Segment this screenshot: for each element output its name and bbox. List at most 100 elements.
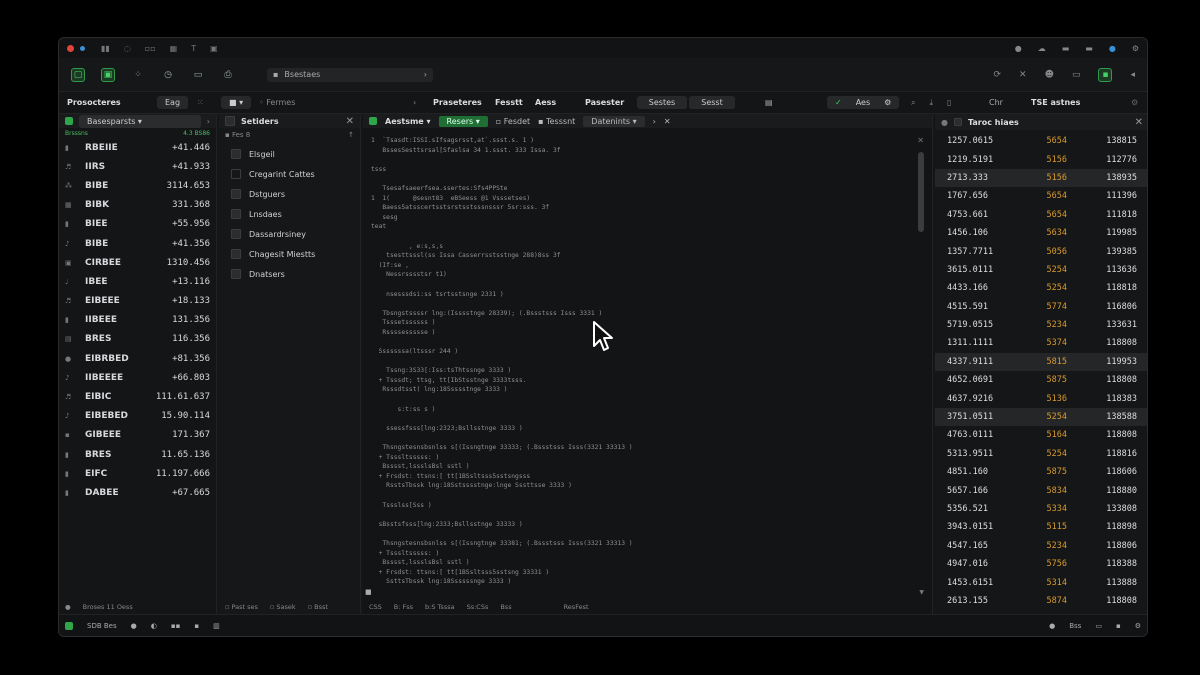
close-icon[interactable]: ✕ [346,116,354,127]
editor-status-item[interactable]: B: Fss [394,603,413,611]
tape-row[interactable]: 3615.0111 5254 113636 [935,261,1147,279]
globe-icon[interactable]: ◐ [151,622,157,630]
sidebar-item[interactable]: Chagesit Miestts [219,244,360,264]
checkbox[interactable] [231,169,241,179]
camera-button-icon[interactable]: ■ ▾ [221,96,252,109]
tab-fesstt[interactable]: Fesstt [495,98,523,107]
pane-icon[interactable]: ▬ [1062,44,1070,53]
tape-row[interactable]: 5657.166 5834 118880 [935,481,1147,499]
tape-row[interactable]: 1456.106 5634 119985 [935,224,1147,242]
tab-datenints[interactable]: Datenints ▾ [583,115,645,127]
checkbox[interactable] [231,229,241,239]
watchlist-row[interactable]: ♬ EIBIC 111.61.637 [59,387,216,406]
tape-row[interactable]: 5356.521 5334 133808 [935,500,1147,518]
clock-icon[interactable]: ◷ [161,68,175,82]
close-window-button[interactable] [67,44,74,52]
chat-icon[interactable]: ▭ [1072,70,1081,80]
watchlist-row[interactable]: ▦ BIBK 331.368 [59,196,216,215]
tool-icon[interactable]: ▮▮ [101,44,110,53]
watchlist-row[interactable]: ♪ BIBE +41.356 [59,234,216,253]
watchlist-row[interactable]: ♬ EIBEEE +18.133 [59,292,216,311]
bell-icon[interactable]: ▪ [1116,622,1121,630]
grid-icon[interactable]: ▦ [170,44,178,53]
search-input[interactable]: ▪ Bsestaes › [267,67,433,82]
tape-row[interactable]: 4763.0111 5164 118808 [935,426,1147,444]
grid-small-icon[interactable]: ⁙ [197,98,204,107]
checkbox[interactable] [231,149,241,159]
layout-icon[interactable]: ▫▫ [145,44,156,53]
settings-icon[interactable]: ⚙ [1132,44,1139,53]
watchlist-row[interactable]: ⁂ BIBE 3114.653 [59,176,216,195]
close-editor-icon[interactable]: ✕ [664,117,671,126]
calendar-icon[interactable]: ▣ [210,44,218,53]
monitor-icon[interactable]: ▭ [191,68,205,82]
watchlist-row[interactable]: ♪ EIBEBED 15.90.114 [59,407,216,426]
status-dot-icon[interactable]: ● [1109,44,1116,53]
watchlist-row[interactable]: ▮ BIEE +55.956 [59,215,216,234]
tab-aess[interactable]: Aess [535,98,556,107]
editor-status-item[interactable]: Ss:CSs [467,603,489,611]
watchlist-row[interactable]: ▮ DABEE +67.665 [59,483,216,502]
tab-parameters[interactable]: Praseteres [433,98,482,107]
window-dot-icon[interactable] [80,45,85,51]
tape-row[interactable]: 4637.9216 5136 118383 [935,389,1147,407]
editor-status-item[interactable]: Bss [500,603,511,611]
tape-row[interactable]: 4433.166 5254 118818 [935,279,1147,297]
tape-row[interactable]: 1311.1111 5374 118808 [935,334,1147,352]
chevron-right-icon[interactable]: › [207,117,210,126]
watchlist-row[interactable]: ▣ CIRBEE 1310.456 [59,253,216,272]
sidebar-item[interactable]: Lnsdaes [219,204,360,224]
watchlist-row[interactable]: ▪ GIBEEE 171.367 [59,426,216,445]
status-dot-icon[interactable]: ● [131,622,137,630]
sidebar-item[interactable]: Elsgeil [219,144,360,164]
user-icon[interactable]: ● [1015,44,1022,53]
window-icon[interactable]: ▬ [1085,44,1093,53]
tape-row[interactable]: 4515.591 5774 116806 [935,298,1147,316]
editor-status-item[interactable]: b:S Tsssa [425,603,455,611]
tab-pasester[interactable]: Pasester [585,98,624,107]
editor-title[interactable]: Aestsme ▾ [385,117,431,126]
watchlist-row[interactable]: ▮ IIBEEE 131.356 [59,311,216,330]
field-input[interactable]: ◦ Fermes [259,98,295,107]
watchlist-row[interactable]: ♩ IBEE +13.116 [59,272,216,291]
sidebar-item[interactable]: Dstguers [219,184,360,204]
tab-resers[interactable]: Resers ▾ [438,115,488,127]
box-icon[interactable]: ▪ [194,622,199,630]
tools-small-icon[interactable]: ✕ [917,136,924,145]
checkbox[interactable] [231,209,241,219]
watchlist-row[interactable]: ● EIBRBED +81.356 [59,349,216,368]
tape-row[interactable]: 4851.160 5875 118606 [935,463,1147,481]
layers-icon[interactable]: ▪▪ [171,622,181,630]
watchlist-row[interactable]: ▮ EIFC 11.197.666 [59,464,216,483]
tape-row[interactable]: 2713.333 5156 138935 [935,168,1147,188]
tape-row[interactable]: 1357.7711 5056 139385 [935,242,1147,260]
apps-icon[interactable]: ⁘ [131,68,145,82]
tape-row[interactable]: 1767.656 5654 111396 [935,187,1147,205]
tape-row[interactable]: 1257.0615 5654 138815 [935,132,1147,150]
tape-row[interactable]: 5313.9511 5254 118816 [935,445,1147,463]
ok-button[interactable]: ✓ Aes ⚙ [827,96,899,109]
sestes-button[interactable]: Sestes [637,96,687,109]
watchlist-row[interactable]: ▮ BRES 11.65.136 [59,445,216,464]
document-icon[interactable]: ▤ [765,98,773,107]
sesst-button[interactable]: Sesst [689,96,735,109]
zoom-icon[interactable]: ⌕ [911,98,915,108]
tape-row[interactable]: 4753.661 5654 111818 [935,206,1147,224]
cloud-icon[interactable]: ☁ [1038,44,1046,53]
sync-icon[interactable]: ⟳ [993,70,1001,80]
watchlist-row[interactable]: ▤ BRES 116.356 [59,330,216,349]
refresh-icon[interactable]: ◌ [124,44,131,53]
tape-row[interactable]: 3751.0511 5254 138588 [935,407,1147,427]
tools-icon[interactable]: ✕ [1019,70,1027,80]
watchlist-row[interactable]: ♪ IIBEEEE +66.803 [59,368,216,387]
tape-row[interactable]: 2613.155 5874 118808 [935,592,1147,610]
sidebar-item[interactable]: Dnatsers [219,264,360,284]
editor-status-item[interactable]: ResFest [564,603,589,611]
footer-sasek[interactable]: ▫ Sasek [270,603,296,611]
footer-past[interactable]: ▫ Past ses [225,603,258,611]
profile-icon[interactable]: ☻ [1045,70,1054,80]
tape-row[interactable]: 4947.016 5756 118388 [935,555,1147,573]
chevron-right-icon[interactable]: › [653,117,656,126]
close-tape-icon[interactable]: ✕ [1135,117,1143,128]
tape-row[interactable]: 4652.0691 5875 118808 [935,371,1147,389]
